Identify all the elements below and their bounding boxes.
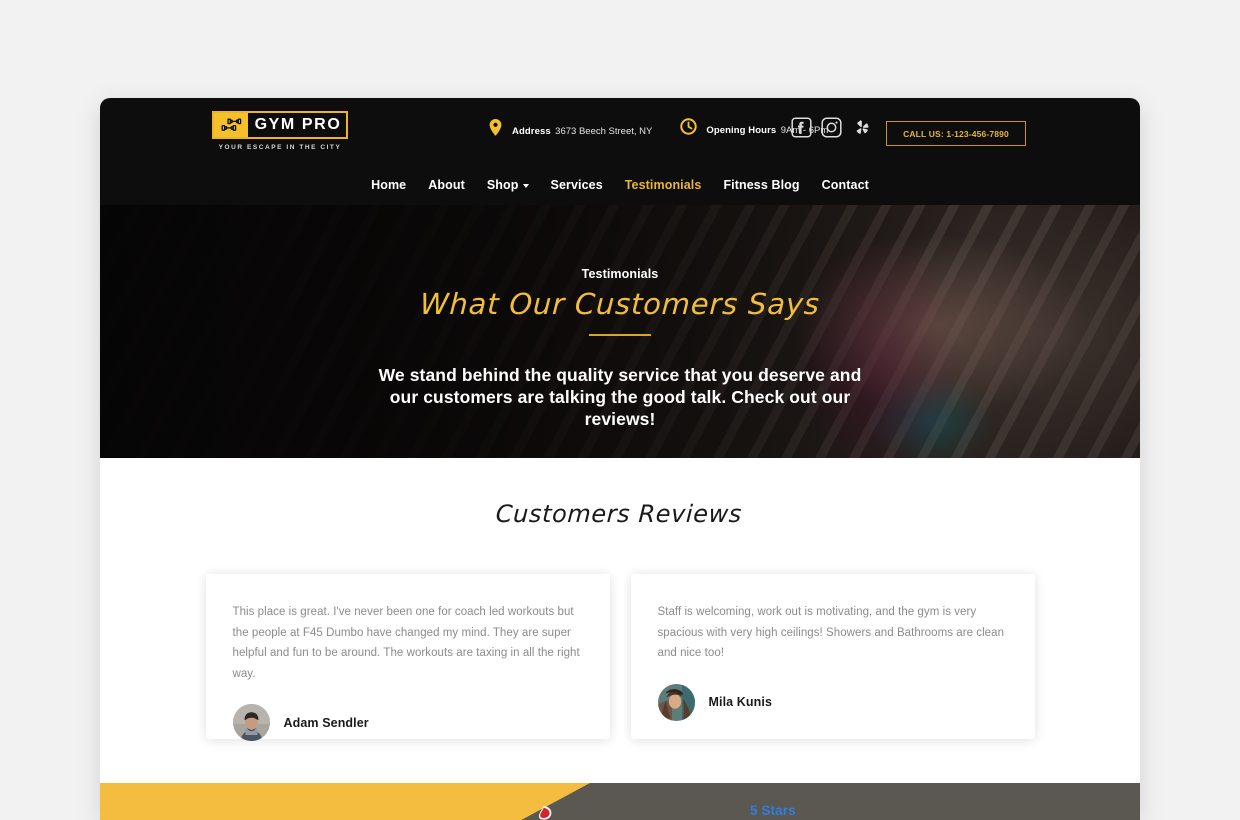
section-title: Customers Reviews bbox=[495, 500, 743, 528]
site-logo[interactable]: GYM PRO YOUR ESCAPE IN THE CITY bbox=[212, 111, 348, 151]
nav-label-testimonials: Testimonials bbox=[624, 177, 702, 192]
hero-banner: Testimonials What Our Customers Says We … bbox=[100, 205, 1140, 458]
review-cards: This place is great. I've never been one… bbox=[100, 574, 1140, 741]
logo-wordmark: GYM PRO bbox=[254, 116, 342, 133]
nav-item-services[interactable]: Services bbox=[551, 178, 603, 192]
nav-label-fitness-blog: Fitness Blog bbox=[723, 177, 800, 192]
address-value: 3673 Beech Street, NY bbox=[555, 126, 653, 137]
avatar bbox=[232, 704, 270, 741]
instagram-icon[interactable] bbox=[820, 116, 843, 139]
review-author-name: Mila Kunis bbox=[708, 695, 773, 709]
nav-item-home[interactable]: Home bbox=[371, 178, 406, 192]
site-header: GYM PRO YOUR ESCAPE IN THE CITY Address bbox=[100, 98, 1140, 205]
facebook-icon[interactable] bbox=[790, 116, 813, 139]
header-upper-row: GYM PRO YOUR ESCAPE IN THE CITY Address bbox=[100, 98, 1140, 164]
nav-label-contact: Contact bbox=[821, 177, 869, 192]
nav-item-shop[interactable]: Shop bbox=[487, 178, 529, 192]
bottom-band: 5 Stars bbox=[100, 783, 1140, 820]
nav-label-home: Home bbox=[371, 177, 407, 192]
nav-item-contact[interactable]: Contact bbox=[822, 178, 869, 192]
nav-item-fitness-blog[interactable]: Fitness Blog bbox=[723, 178, 799, 192]
review-author: Mila Kunis bbox=[657, 683, 1008, 721]
reviews-section: Customers Reviews This place is great. I… bbox=[100, 458, 1140, 783]
logo-box: GYM PRO bbox=[212, 111, 348, 139]
chevron-down-icon bbox=[522, 183, 529, 188]
social-links bbox=[790, 116, 873, 139]
clock-icon bbox=[680, 118, 698, 140]
main-navigation: Home About Shop Services Testimonials Fi… bbox=[100, 164, 1140, 205]
nav-label-services: Services bbox=[550, 177, 603, 192]
logo-tagline: YOUR ESCAPE IN THE CITY bbox=[218, 144, 342, 151]
nav-label-about: About bbox=[428, 177, 465, 192]
review-text: Staff is welcoming, work out is motivati… bbox=[657, 606, 1005, 659]
stars-label: 5 Stars bbox=[750, 803, 796, 818]
review-text: This place is great. I've never been one… bbox=[232, 606, 580, 680]
yelp-icon[interactable] bbox=[850, 116, 873, 139]
call-us-button[interactable]: CALL US: 1-123-456-7890 bbox=[886, 121, 1026, 146]
nav-item-testimonials[interactable]: Testimonials bbox=[625, 178, 702, 192]
address-title: Address bbox=[512, 126, 551, 137]
review-author: Adam Sendler bbox=[232, 704, 583, 741]
dumbbell-icon bbox=[214, 113, 248, 137]
site-page-frame: GYM PRO YOUR ESCAPE IN THE CITY Address bbox=[100, 98, 1140, 820]
nav-label-shop: Shop bbox=[486, 177, 519, 192]
header-address-text: Address 3673 Beech Street, NY bbox=[512, 121, 652, 139]
hero-divider bbox=[589, 334, 651, 336]
yelp-logo-icon bbox=[528, 804, 558, 820]
header-info-group: Address 3673 Beech Street, NY Opening Ho… bbox=[488, 118, 828, 142]
review-card: Staff is welcoming, work out is motivati… bbox=[630, 574, 1035, 739]
nav-item-about[interactable]: About bbox=[428, 178, 465, 192]
band-yellow-shape bbox=[100, 783, 590, 820]
review-author-name: Adam Sendler bbox=[283, 715, 369, 730]
hero-eyebrow: Testimonials bbox=[581, 267, 659, 281]
location-pin-icon bbox=[488, 118, 503, 142]
avatar bbox=[657, 683, 695, 721]
hero-description: We stand behind the quality service that… bbox=[378, 365, 862, 429]
hours-title: Opening Hours bbox=[706, 125, 777, 136]
header-address-item: Address 3673 Beech Street, NY bbox=[488, 118, 652, 142]
page-title: What Our Customers Says bbox=[419, 287, 821, 321]
hero-content: Testimonials What Our Customers Says We … bbox=[100, 205, 1140, 458]
review-card: This place is great. I've never been one… bbox=[205, 574, 610, 741]
